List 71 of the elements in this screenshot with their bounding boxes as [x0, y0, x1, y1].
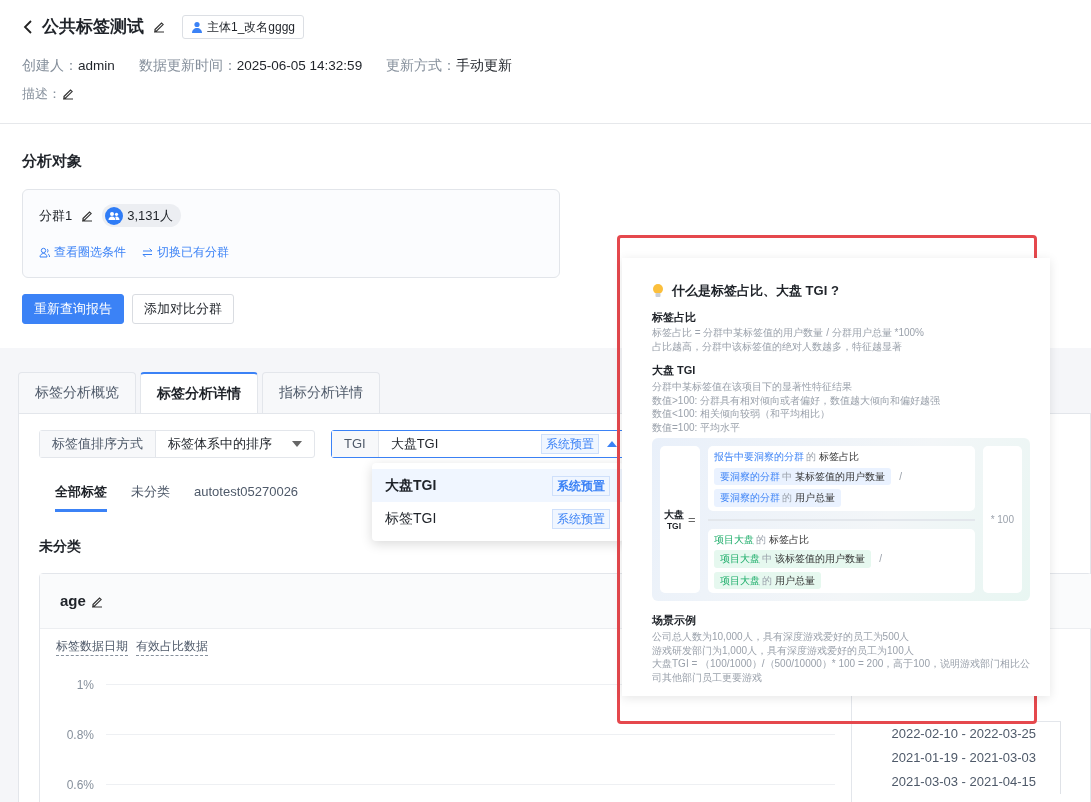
link[interactable]: 切换已有分群 [157, 243, 229, 262]
multiplier: * 100 [990, 513, 1014, 527]
user-icon [39, 246, 50, 258]
caret-icon [292, 440, 302, 447]
category-tab[interactable]: autotest05270026 [194, 473, 299, 513]
axis-label: 0.8% [65, 727, 95, 745]
popover-text: 公司总人数为10,000人，具有深度游戏爱好的员工为500人 [652, 630, 911, 644]
add-button[interactable]: 添加对比分群 [132, 294, 234, 324]
popover-text: 分群中某标签值在该项目下的显著性特征结果 [652, 380, 853, 394]
back-icon[interactable] [22, 18, 34, 35]
category-tab[interactable]: 全部标签 [55, 473, 107, 513]
meta-value: 手动更新 [456, 57, 513, 73]
formula-term: 要洞察的分群 中 某标签值的用户数量 [713, 467, 892, 486]
query-button[interactable]: 重新查询报告 [22, 294, 124, 324]
popover-text: 数值>100: 分群具有相对倾向或者偏好，数值越大倾向和偏好越强 [652, 393, 942, 408]
card-title: age [60, 591, 86, 611]
formula-term: 项目大盘 的 用户总量 [713, 571, 822, 590]
meta-label: 数据更新时间： [138, 57, 237, 73]
edit-icon[interactable] [80, 208, 95, 223]
page-title: 公共标签测试 [42, 16, 144, 38]
popover-heading: 大盘 TGI [652, 363, 697, 379]
section-heading: 分析对象 [22, 151, 83, 172]
popover-heading: 场景示例 [652, 613, 697, 629]
sort-select[interactable]: 标签值排序方式 标签体系中的排序 [39, 429, 315, 458]
edit-icon[interactable] [61, 86, 75, 101]
group-title: 未分类 [39, 537, 81, 557]
popover-text: 数值=100: 平均水平 [652, 420, 742, 435]
formula-label: 大盘 [664, 508, 684, 521]
swap-icon [142, 246, 153, 258]
axis-label: 1% [75, 677, 95, 695]
popover-heading: 标签占比 [652, 309, 697, 325]
dropdown-option[interactable]: 大盘TGI 系统预置 [372, 469, 624, 502]
lightbulb-icon [652, 282, 664, 299]
axis-label: 0.6% [65, 777, 95, 795]
users-icon [105, 206, 124, 225]
meta-value: admin [78, 57, 115, 73]
person-icon [191, 20, 203, 33]
divide-sign: / [878, 552, 883, 566]
formula-text: 报告中要洞察的分群 的 标签占比 [713, 450, 861, 464]
meta-label: 创建人： [22, 57, 78, 73]
equals-sign: = [688, 510, 696, 529]
link[interactable]: 查看圈选条件 [54, 243, 126, 262]
tab[interactable]: 指标分析详情 [262, 371, 380, 413]
option-link[interactable]: 标签数据日期 [56, 637, 128, 657]
member-count: 3,131人 [102, 203, 181, 228]
tab[interactable]: 标签分析详情 [140, 371, 258, 413]
description-label: 描述： [22, 84, 61, 103]
formula-term: 要洞察的分群 的 用户总量 [713, 489, 842, 507]
popover-text: 数值<100: 相关倾向较弱（和平均相比） [652, 407, 832, 421]
meta-value: 2025-06-05 14:32:59 [236, 57, 363, 73]
option-link[interactable]: 有效占比数据 [136, 637, 208, 657]
popover-text: 标签占比 = 分群中某标签值的用户数量 / 分群用户总量 *100% [652, 326, 925, 340]
segment-name: 分群1 [39, 206, 73, 225]
category-tab[interactable]: 未分类 [131, 473, 170, 513]
date-range: 2021-03-03 - 2021-04-15 [852, 770, 1061, 795]
popover-text: 游戏研发部门为1,000人，具有深度游戏爱好的员工为100人 [652, 643, 915, 658]
formula-label: TGI [665, 520, 683, 531]
subject-tag: 主体1_改名gggg [182, 14, 305, 39]
date-range: 2021-01-19 - 2021-03-03 [852, 746, 1061, 771]
popover-text: 占比越高，分群中该标签值的绝对人数越多，特征越显著 [652, 339, 903, 354]
meta-label: 更新方式： [386, 57, 457, 73]
edit-icon[interactable] [89, 595, 104, 610]
popover-title: 什么是标签占比、大盘 TGI ? [672, 282, 839, 300]
divide-sign: / [898, 469, 903, 484]
edit-icon[interactable] [152, 19, 166, 34]
formula-text: 项目大盘 的 标签占比 [713, 532, 811, 547]
popover-text: 大盘TGI = （100/1000）/（500/10000）* 100 = 200，高于100，说明游戏部门相比公司其他部门员工更要游戏 [652, 657, 1030, 685]
tab[interactable]: 标签分析概览 [18, 371, 136, 413]
date-range: 2022-02-10 - 2022-03-25 [852, 722, 1061, 747]
formula-term: 项目大盘 中 该标签值的用户数量 [713, 550, 872, 568]
caret-icon [606, 440, 617, 447]
